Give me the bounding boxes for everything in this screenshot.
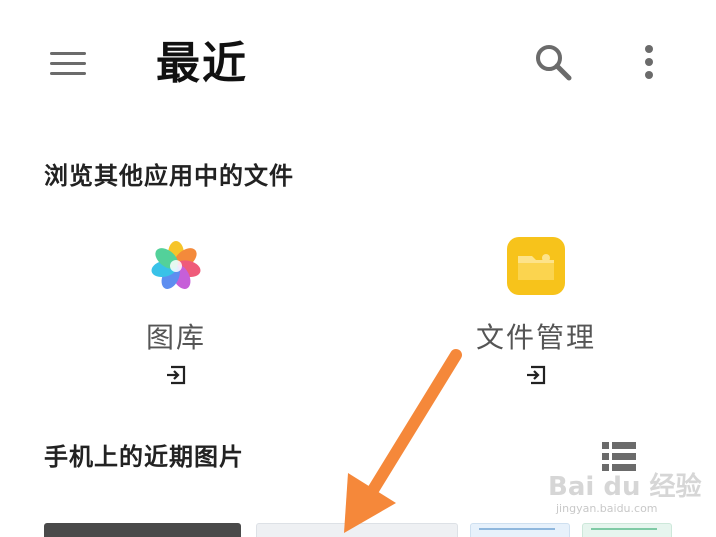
search-icon[interactable] [532,42,576,82]
file-manager-app-label: 文件管理 [475,321,596,354]
page-title: 最近 [156,38,248,89]
annotation-arrow [330,345,470,537]
open-in-app-icon [165,364,187,386]
file-picker-screen: 最近 浏览其他应用中的文件 图库 文件管理 手机上的近期图片 Bai du 经验… [0,0,716,537]
recent-images-section-title: 手机上的近期图片 [44,443,244,471]
gallery-app-tile[interactable]: 图库 [96,236,256,396]
open-in-app-icon [525,364,547,386]
baidu-jingyan-watermark: Bai du 经验 jingyan.baidu.com [548,470,708,520]
hamburger-menu-icon[interactable] [48,48,88,78]
recent-image-thumbnail[interactable] [470,523,570,537]
top-app-bar: 最近 [0,0,716,125]
more-vertical-icon[interactable] [634,42,664,82]
gallery-app-label: 图库 [145,321,206,354]
folder-icon [506,236,566,296]
file-manager-app-tile[interactable]: 文件管理 [456,236,616,396]
watermark-url: jingyan.baidu.com [556,502,658,515]
list-view-icon[interactable] [600,440,638,474]
browse-section-title: 浏览其他应用中的文件 [44,162,294,190]
recent-image-thumbnail[interactable] [44,523,241,537]
watermark-logo: Bai du 经验 [548,472,702,502]
gallery-flower-icon [146,236,206,296]
recent-image-thumbnail[interactable] [582,523,672,537]
